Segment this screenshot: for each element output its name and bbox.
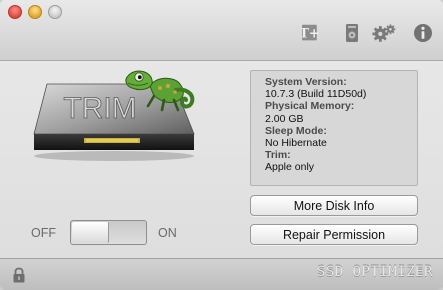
physical-memory-label: Physical Memory:: [265, 100, 355, 113]
disk-button[interactable]: [340, 22, 364, 44]
more-disk-info-button[interactable]: More Disk Info: [250, 195, 418, 216]
trim-icon-letter: T+: [302, 27, 320, 42]
gears-icon: [372, 24, 396, 42]
toggle-on-label: ON: [158, 226, 177, 240]
system-info-panel: System Version: 10.7.3 (Build 11D50d) Ph…: [250, 70, 418, 186]
trim-plus-button[interactable]: T+: [302, 22, 326, 44]
toggle-off-label: OFF: [31, 226, 56, 240]
trim-label: Trim:: [265, 149, 291, 162]
gecko-mascot: [125, 70, 195, 112]
sleep-mode-value: No Hibernate: [265, 137, 327, 150]
app-brand-label: SSD OPTIMIZER: [316, 264, 433, 280]
disk-icon: [346, 24, 358, 42]
system-version-label: System Version:: [265, 76, 347, 88]
zoom-window-button[interactable]: [48, 5, 62, 19]
trim-toggle-switch[interactable]: [70, 220, 147, 245]
close-window-button[interactable]: [8, 5, 22, 19]
settings-button[interactable]: [372, 22, 396, 44]
title-bar: T+: [0, 0, 443, 61]
toggle-knob[interactable]: [72, 222, 109, 243]
lock-icon[interactable]: [12, 266, 26, 284]
bottom-bar: SSD OPTIMIZER: [0, 258, 443, 290]
minimize-window-button[interactable]: [28, 5, 42, 19]
sleep-mode-label: Sleep Mode:: [265, 124, 327, 137]
physical-memory-value: 2.00 GB: [265, 112, 304, 125]
trim-plus-icon: T+: [302, 24, 320, 42]
repair-permission-button[interactable]: Repair Permission: [250, 224, 418, 245]
trim-value: Apple only: [265, 161, 315, 174]
info-icon: [414, 24, 432, 42]
info-button[interactable]: [411, 22, 435, 44]
system-version-value: 10.7.3 (Build 11D50d): [265, 88, 367, 101]
app-window: T+: [0, 0, 443, 290]
